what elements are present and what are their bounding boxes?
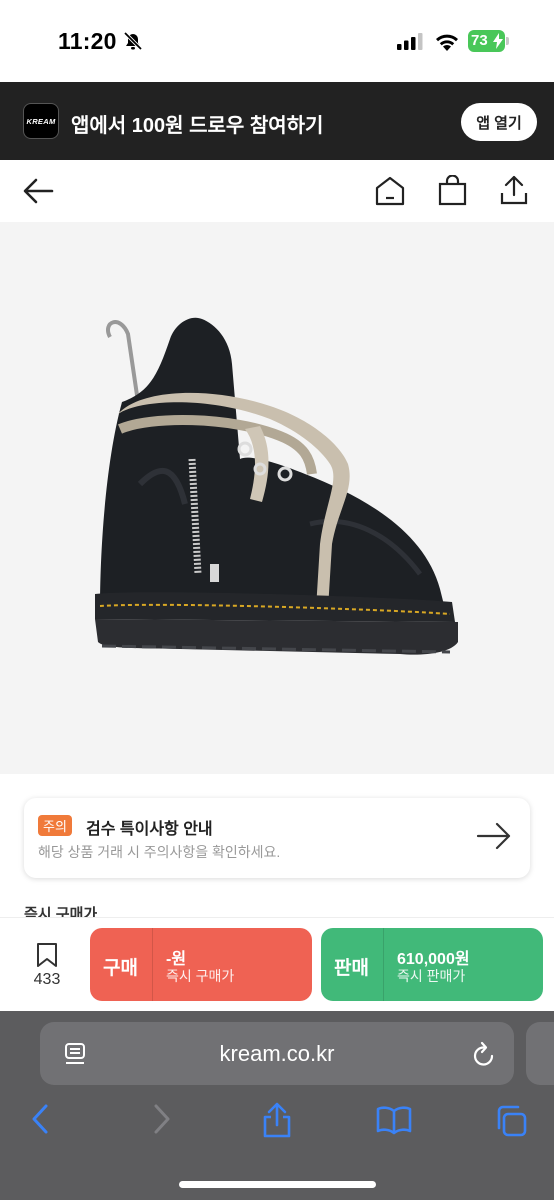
inspection-notice-card[interactable]: 주의 검수 특이사항 안내 해당 상품 거래 시 주의사항을 확인하세요. xyxy=(24,798,530,878)
top-nav xyxy=(0,160,554,222)
bell-slash-icon xyxy=(123,31,143,51)
notice-tag: 주의 xyxy=(38,815,72,836)
notice-title: 검수 특이사항 안내 xyxy=(86,821,213,838)
sell-divider xyxy=(383,928,384,1001)
buy-button[interactable]: 구매 -원 즉시 구매가 xyxy=(90,928,312,1001)
home-icon[interactable] xyxy=(375,176,405,206)
safari-share-icon[interactable] xyxy=(261,1101,293,1139)
sell-label: 판매 xyxy=(334,958,369,979)
safari-toolbar: kream.co.kr xyxy=(0,1011,554,1200)
kream-app-logo: KREAM xyxy=(23,103,59,139)
sell-button[interactable]: 판매 610,000원 즉시 판매가 xyxy=(321,928,543,1001)
status-bar: 11:20 73 xyxy=(0,0,554,82)
battery-percent: 73 xyxy=(471,32,488,49)
bookmarks-icon[interactable] xyxy=(376,1105,412,1135)
back-arrow-icon[interactable] xyxy=(22,177,54,205)
sell-sub-label: 즉시 판매가 xyxy=(397,968,466,984)
buy-sub-label: 즉시 구매가 xyxy=(166,968,235,984)
safari-forward-icon[interactable] xyxy=(150,1103,172,1135)
bookmark-icon xyxy=(37,943,57,967)
buy-divider xyxy=(152,928,153,1001)
instant-buy-price-heading: 즉시 구매가 xyxy=(24,906,98,917)
wishlist-count: 433 xyxy=(33,971,61,988)
status-time: 11:20 xyxy=(58,28,117,54)
open-app-button[interactable]: 앱 열기 xyxy=(461,103,537,141)
battery-icon: 73 xyxy=(468,30,509,52)
banner-text: 앱에서 100원 드로우 참여하기 xyxy=(71,115,324,137)
next-tab-preview[interactable] xyxy=(526,1022,554,1085)
wifi-icon xyxy=(436,34,458,51)
buy-label: 구매 xyxy=(103,958,138,979)
address-bar[interactable]: kream.co.kr xyxy=(40,1022,514,1085)
reload-icon[interactable] xyxy=(472,1041,496,1067)
home-indicator[interactable] xyxy=(179,1181,376,1188)
share-icon[interactable] xyxy=(499,174,529,206)
notice-description: 해당 상품 거래 시 주의사항을 확인하세요. xyxy=(38,844,281,860)
safari-back-icon[interactable] xyxy=(30,1103,52,1135)
arrow-right-icon xyxy=(476,822,511,850)
bottom-action-bar: 433 구매 -원 즉시 구매가 판매 610,000원 즉시 판매가 xyxy=(0,917,554,1011)
tabs-icon[interactable] xyxy=(494,1104,528,1138)
product-image-area xyxy=(0,222,554,774)
url-text: kream.co.kr xyxy=(219,1041,335,1066)
product-image-boot xyxy=(95,317,458,655)
signal-icon xyxy=(397,33,423,50)
shopping-bag-icon[interactable] xyxy=(438,175,467,206)
